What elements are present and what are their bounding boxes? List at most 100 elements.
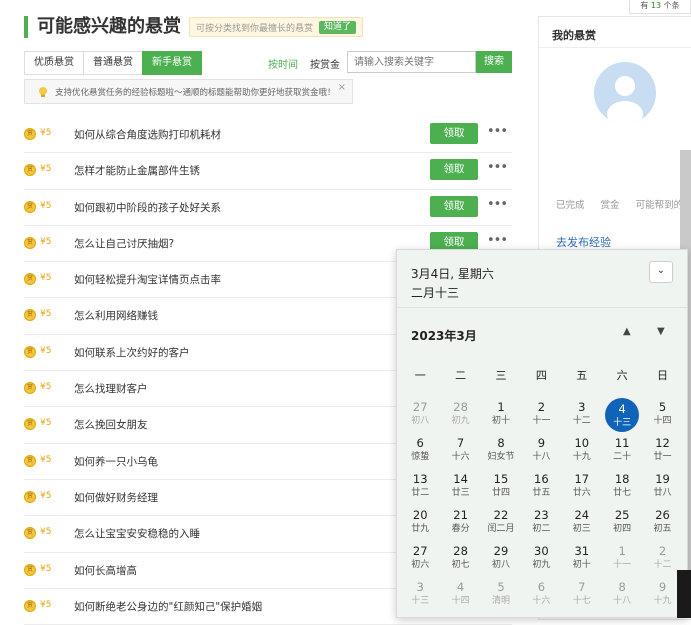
day-number: 7 (456, 436, 465, 450)
chevron-down-icon[interactable]: ⌄ (649, 261, 673, 283)
question-link[interactable]: 如何养一只小乌龟 (74, 454, 158, 469)
calendar-day[interactable]: 8 十八 (602, 578, 642, 614)
calendar-day[interactable]: 28 初九 (440, 398, 480, 434)
lunar-day: 十四 (451, 596, 470, 606)
calendar-day[interactable]: 27 初六 (400, 542, 440, 578)
sort-by-time-link[interactable]: 按时间 (268, 56, 298, 71)
question-link[interactable]: 怎么利用网络赚钱 (74, 308, 158, 323)
previous-month-icon[interactable]: ▲ (623, 326, 631, 337)
weekday-label: 一 (414, 369, 426, 382)
calendar-day[interactable]: 8 妇女节 (481, 434, 521, 470)
day-number: 30 (534, 544, 549, 558)
calendar-day[interactable]: 14 廿三 (440, 470, 480, 506)
tab-2[interactable]: 新手悬赏 (142, 51, 202, 75)
calendar-day[interactable]: 10 十九 (562, 434, 602, 470)
user-silhouette-icon (607, 76, 643, 124)
tip-dismiss-button[interactable]: 知道了 (319, 20, 357, 34)
question-link[interactable]: 怎么让自己讨厌抽烟? (74, 236, 174, 251)
calendar-day[interactable]: 20 廿九 (400, 506, 440, 542)
calendar-day[interactable]: 26 初五 (642, 506, 682, 542)
lunar-day: 初五 (653, 524, 672, 534)
calendar-day[interactable]: 16 廿五 (521, 470, 561, 506)
calendar-day[interactable]: 9 十八 (521, 434, 561, 470)
calendar-day[interactable]: 30 初九 (521, 542, 561, 578)
day-number: 5 (497, 580, 505, 594)
more-options-icon[interactable]: ••• (487, 160, 508, 175)
sort-by-reward-link[interactable]: 按赏金 (310, 56, 340, 71)
calendar-day[interactable]: 28 初七 (440, 542, 480, 578)
lunar-day: 廿八 (653, 488, 672, 498)
calendar-day[interactable]: 3 十三 (400, 578, 440, 614)
question-link[interactable]: 如何长高增高 (74, 563, 137, 578)
my-rewards-title: 我的悬赏 (539, 17, 691, 48)
lunar-day: 初六 (411, 560, 430, 570)
calendar-day[interactable]: 6 十六 (521, 578, 561, 614)
question-link[interactable]: 如何断绝老公身边的"红颜知己"保护婚姻 (74, 599, 262, 614)
calendar-day[interactable]: 13 廿二 (400, 470, 440, 506)
question-link[interactable]: 怎么挽回女朋友 (74, 417, 148, 432)
calendar-day-selected[interactable]: 4 十三 (602, 398, 642, 434)
claim-button[interactable]: 领取 (430, 195, 478, 217)
calendar-day[interactable]: 11 二十 (602, 434, 642, 470)
claim-button[interactable]: 领取 (430, 159, 478, 181)
lunar-day: 廿九 (411, 524, 430, 534)
question-link[interactable]: 怎么让宝宝安安稳稳的入睡 (74, 526, 200, 541)
day-number: 2 (658, 544, 667, 558)
search-button[interactable]: 搜索 (476, 51, 512, 73)
day-number: 12 (655, 436, 670, 450)
question-link[interactable]: 如何轻松提升淘宝详情页点击率 (74, 272, 221, 287)
calendar-day[interactable]: 22 闰二月 (481, 506, 521, 542)
question-link[interactable]: 如何跟初中阶段的孩子处好关系 (74, 200, 221, 215)
calendar-day[interactable]: 12 廿一 (642, 434, 682, 470)
calendar-day[interactable]: 29 初八 (481, 542, 521, 578)
question-link[interactable]: 怎样才能防止金属部件生锈 (74, 163, 200, 178)
more-options-icon[interactable]: ••• (487, 233, 508, 248)
calendar-day[interactable]: 5 清明 (481, 578, 521, 614)
tab-1[interactable]: 普通悬赏 (83, 51, 143, 75)
calendar-full-date: 3月4日, 星期六 (411, 267, 494, 281)
calendar-day[interactable]: 2 十一 (521, 398, 561, 434)
more-options-icon[interactable]: ••• (487, 124, 508, 139)
close-icon[interactable]: × (338, 82, 346, 93)
claim-button[interactable]: 领取 (430, 123, 478, 144)
coin-icon: 赏 (24, 599, 36, 612)
day-number: 8 (497, 436, 505, 450)
publish-experience-link[interactable]: 去发布经验 (556, 234, 611, 250)
question-link[interactable]: 如何做好财务经理 (74, 490, 158, 505)
more-options-icon[interactable]: ••• (487, 197, 508, 212)
calendar-day[interactable]: 7 十六 (440, 434, 480, 470)
calendar-day[interactable]: 6 惊蛰 (400, 434, 440, 470)
calendar-day[interactable]: 19 廿八 (642, 470, 682, 506)
question-link[interactable]: 如何从综合角度选购打印机耗材 (74, 127, 221, 142)
stat-reward: 赏金 (600, 200, 620, 211)
search-input[interactable] (347, 51, 476, 73)
lunar-day: 二十 (613, 452, 632, 462)
calendar-day[interactable]: 3 十二 (562, 398, 602, 434)
calendar-day[interactable]: 15 廿四 (481, 470, 521, 506)
calendar-day[interactable]: 4 十四 (440, 578, 480, 614)
calendar-day[interactable]: 1 初十 (481, 398, 521, 434)
calendar-month-label[interactable]: 2023年3月 (411, 327, 477, 344)
calendar-day[interactable]: 21 春分 (440, 506, 480, 542)
lunar-day: 初十 (572, 560, 591, 570)
calendar-day[interactable]: 18 廿七 (602, 470, 642, 506)
coin-icon: 赏 (24, 418, 36, 431)
calendar-day[interactable]: 25 初四 (602, 506, 642, 542)
calendar-day[interactable]: 17 廿六 (562, 470, 602, 506)
question-link[interactable]: 如何联系上次约好的客户 (74, 345, 190, 360)
calendar-day[interactable]: 7 十七 (562, 578, 602, 614)
calendar-day[interactable]: 23 初二 (521, 506, 561, 542)
next-month-icon[interactable]: ▼ (657, 326, 665, 337)
calendar-day[interactable]: 27 初八 (400, 398, 440, 434)
calendar-day[interactable]: 31 初十 (562, 542, 602, 578)
question-link[interactable]: 怎么找理财客户 (74, 381, 148, 396)
day-number: 3 (578, 400, 586, 414)
calendar-day[interactable]: 1 十一 (602, 542, 642, 578)
reward-row: 赏 ¥5 怎样才能防止金属部件生锈 领取 ••• (24, 153, 512, 190)
calendar-day[interactable]: 24 初三 (562, 506, 602, 542)
calendar-day[interactable]: 5 十四 (642, 398, 682, 434)
tab-0[interactable]: 优质悬赏 (24, 51, 84, 75)
lunar-day: 十六 (451, 452, 470, 462)
day-number: 22 (493, 508, 509, 522)
lightbulb-icon (39, 86, 47, 97)
